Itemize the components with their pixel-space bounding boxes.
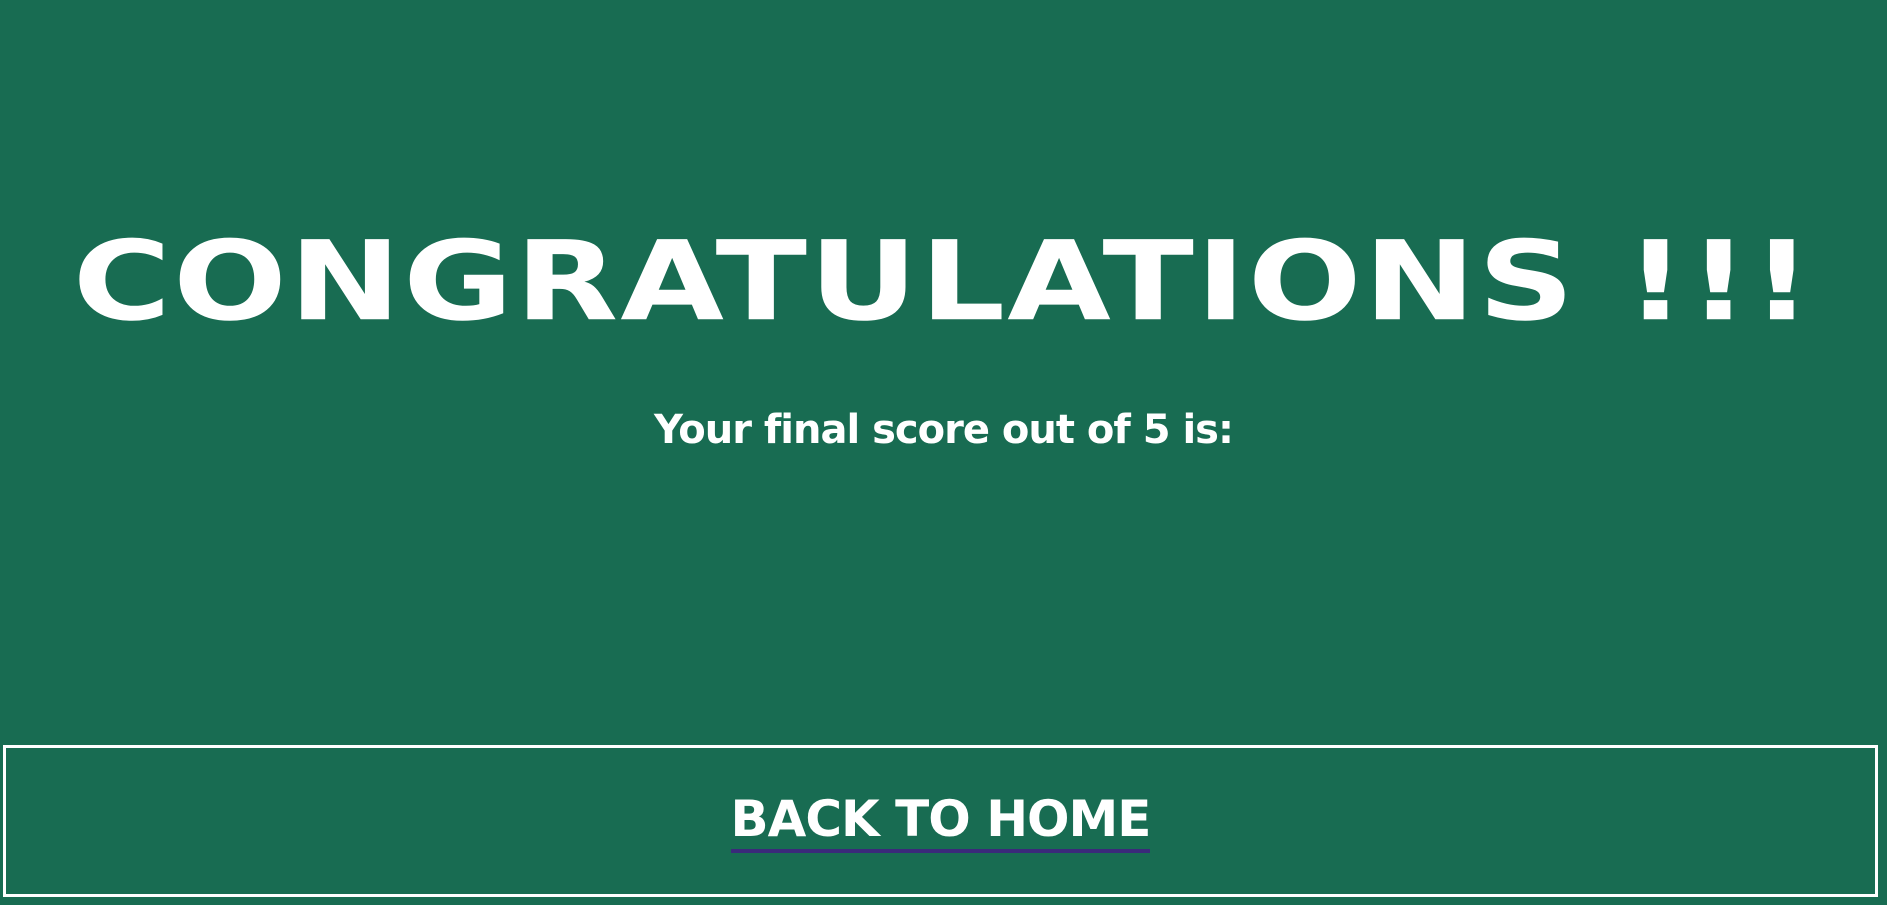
page-title: CONGRATULATIONS !!! [72, 217, 1815, 346]
results-page: CONGRATULATIONS !!! Your final score out… [0, 0, 1887, 905]
back-to-home-panel[interactable]: BACK TO HOME [3, 745, 1878, 897]
final-score-label: Your final score out of 5 is: [654, 407, 1234, 453]
back-to-home-link[interactable]: BACK TO HOME [730, 789, 1151, 853]
